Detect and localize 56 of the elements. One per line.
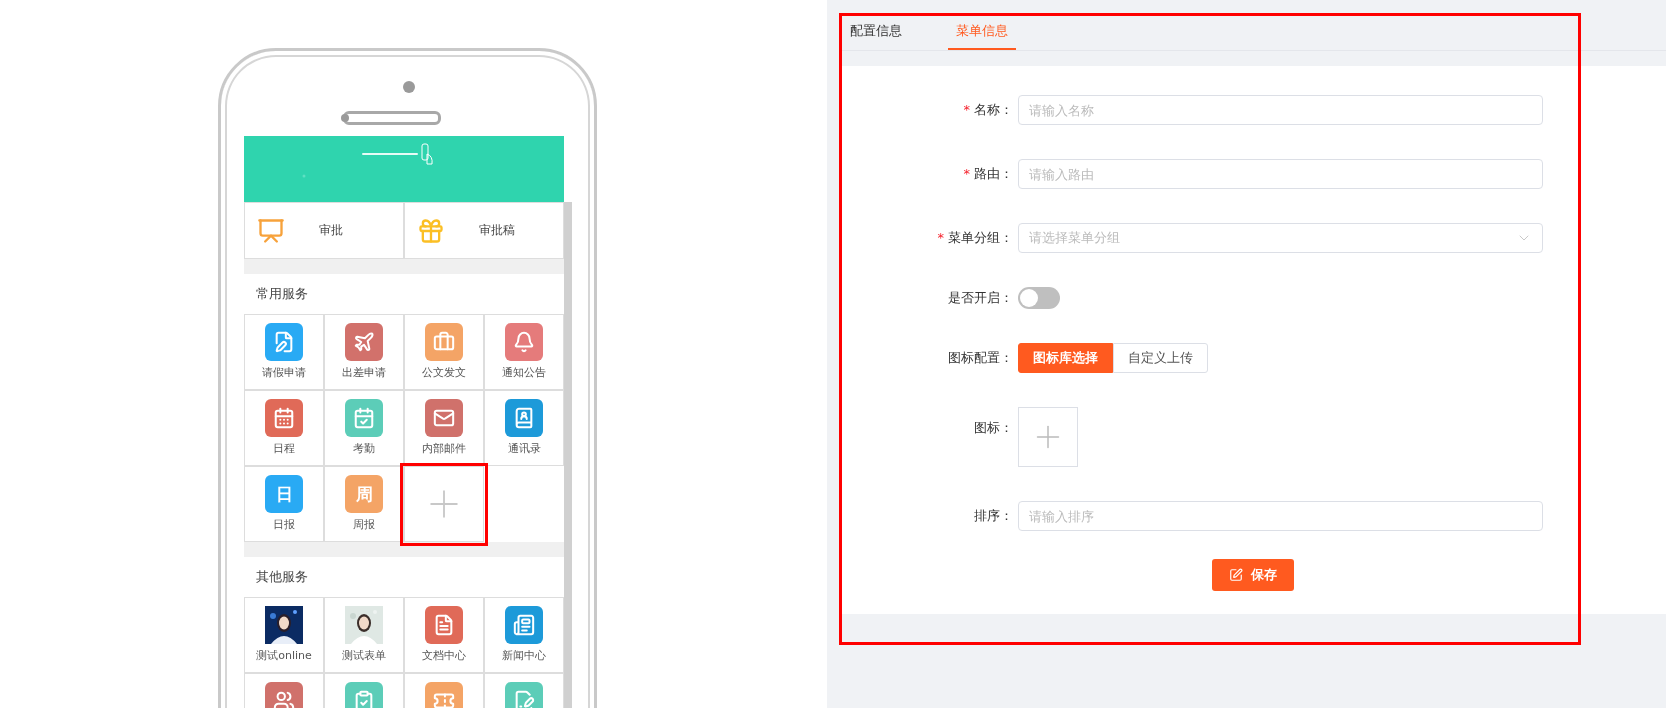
tile-label: 通知公告 (502, 365, 546, 380)
camera (403, 81, 415, 93)
app-tile[interactable]: 周 周报 (324, 466, 404, 542)
tile-label: 周报 (353, 517, 375, 532)
tile-label: 日报 (273, 517, 295, 532)
tile-label: 审批稿 (479, 222, 515, 239)
segment-button[interactable]: 自定义上传 (1113, 343, 1208, 373)
tile-label: 文档中心 (422, 648, 466, 663)
field-label: 路由： (974, 166, 1013, 181)
tile-label: 审批 (319, 222, 343, 239)
app-tile[interactable]: 通知公告 (484, 314, 564, 390)
menu-tile[interactable]: 审批 (244, 202, 404, 259)
app-tile[interactable]: 文档中心 (404, 597, 484, 673)
app-tile[interactable]: 日 日报 (244, 466, 324, 542)
required-mark: * (963, 102, 970, 117)
app-tile[interactable]: 考勤 (324, 390, 404, 466)
upload-box[interactable] (1018, 407, 1078, 467)
text-field[interactable]: 请输入排序 (1018, 501, 1543, 531)
app-tile[interactable]: 公文发文 (404, 314, 484, 390)
app-tile[interactable]: 测试online (244, 597, 324, 673)
app-tile[interactable]: 内部邮件 (404, 390, 484, 466)
edit-icon (1229, 568, 1243, 582)
required-mark: * (963, 166, 970, 181)
tile-label: 测试online (256, 648, 312, 663)
app-tile[interactable]: 测试表单 (324, 597, 404, 673)
tile-label: 出差申请 (342, 365, 386, 380)
tile-label: 内部邮件 (422, 441, 466, 456)
tile-label: 通讯录 (507, 441, 541, 456)
tile-label: 测试表单 (342, 648, 386, 663)
required-mark: * (937, 230, 944, 245)
menu-tile[interactable]: 审批稿 (404, 202, 564, 259)
field-label: 名称： (974, 102, 1013, 117)
field-label: 图标配置： (948, 350, 1013, 365)
app-tile[interactable]: 请假申请 (244, 314, 324, 390)
app-tile[interactable]: 出差申请 (324, 314, 404, 390)
tile-label: 新闻中心 (502, 648, 546, 663)
app-tile[interactable]: 通讯录 (484, 390, 564, 466)
field-label: 菜单分组： (948, 230, 1013, 245)
tile-label: 考勤 (353, 441, 375, 456)
field-label: 是否开启： (948, 290, 1013, 305)
field-label: 图标： (974, 420, 1013, 435)
tile-label: 日程 (273, 441, 295, 456)
tile-label: 公文发文 (422, 365, 466, 380)
app-tile[interactable]: 日程 (244, 390, 324, 466)
tab[interactable]: 配置信息 (842, 13, 910, 50)
toggle-switch[interactable] (1018, 287, 1060, 309)
glyph-icon: 日 (265, 475, 303, 513)
field-label: 排序： (974, 508, 1013, 523)
tile-label: 请假申请 (262, 365, 306, 380)
app-tile[interactable]: 新闻中心 (484, 597, 564, 673)
section-title: 其他服务 (255, 568, 309, 586)
text-field[interactable]: 请输入路由 (1018, 159, 1543, 189)
text-field[interactable]: 请输入名称 (1018, 95, 1543, 125)
glyph-icon: 周 (345, 475, 383, 513)
section-title: 常用服务 (255, 285, 309, 303)
sensor (341, 114, 349, 122)
